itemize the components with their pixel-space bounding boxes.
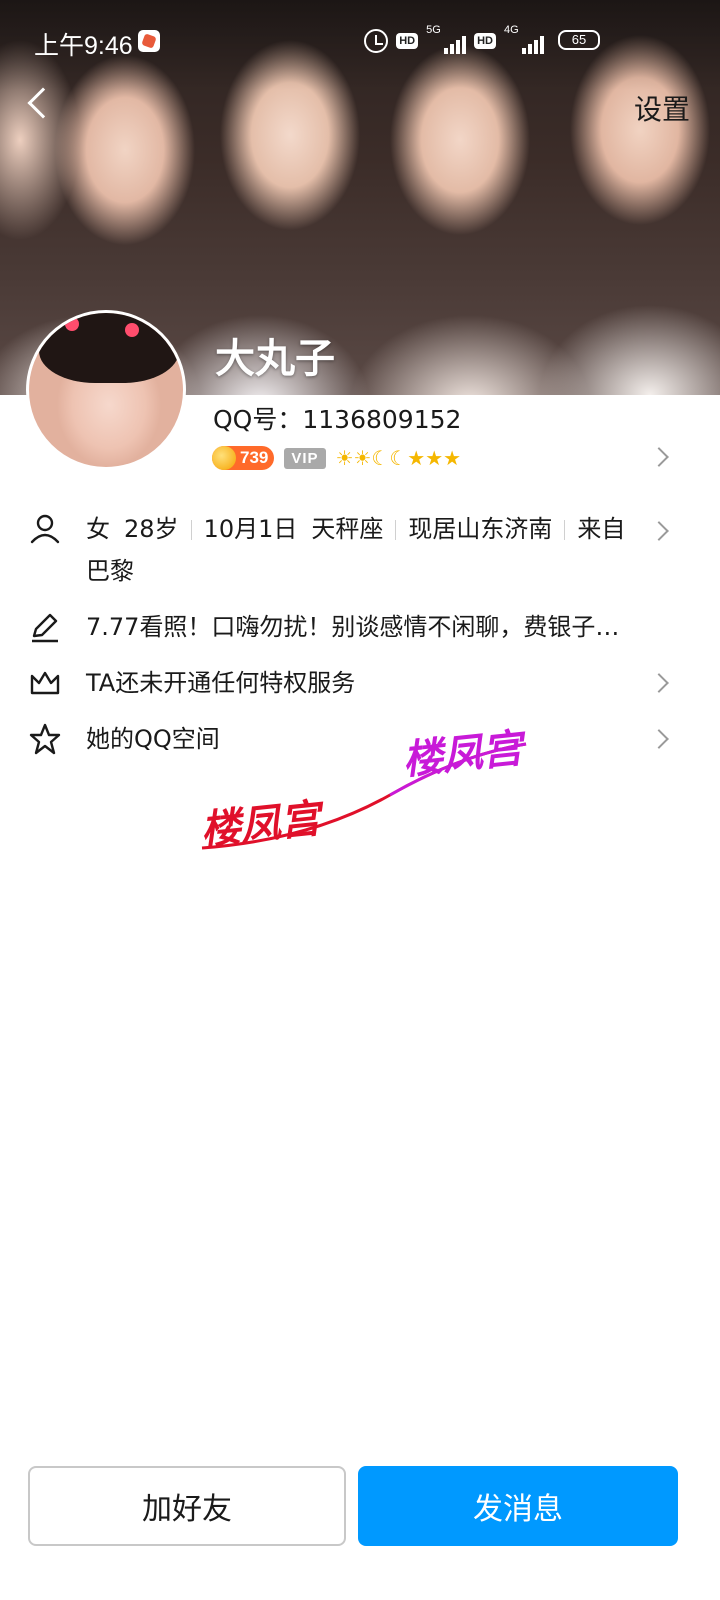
chevron-right-icon[interactable]	[649, 729, 669, 749]
birthday: 10月1日	[203, 515, 298, 543]
status-bar: 上午9:46 HD 5G HD 4G 65	[0, 20, 720, 64]
basic-info-text: 女 28岁 10月1日 天秤座 现居山东济南 来自巴黎	[86, 508, 626, 592]
star-icon	[29, 723, 61, 755]
location: 现居山东济南	[408, 515, 553, 543]
age: 28岁	[124, 515, 179, 543]
zodiac: 天秤座	[311, 515, 384, 543]
watermark-text-right: 楼凤宫	[400, 725, 529, 784]
gender: 女	[86, 515, 110, 543]
battery-icon: 65	[558, 30, 600, 50]
level-value: 739	[240, 448, 269, 467]
settings-button[interactable]: 设置	[634, 88, 690, 128]
watermark-text-left: 楼凤宫	[198, 795, 327, 854]
avatar[interactable]	[26, 310, 186, 470]
person-icon	[30, 514, 60, 544]
qq-number: QQ号：1136809152	[213, 405, 462, 434]
level-badge: 739	[212, 446, 275, 470]
crown-icon	[30, 671, 60, 695]
chevron-right-icon[interactable]	[649, 673, 669, 693]
signature-text: 7.77看照！口嗨勿扰！别谈感情不闲聊，费银子…	[86, 613, 620, 641]
app-notification-icon	[138, 30, 160, 52]
send-message-button[interactable]: 发消息	[358, 1466, 678, 1546]
status-time: 上午9:46	[34, 32, 133, 60]
divider	[190, 520, 192, 540]
signal-5g-icon: 5G	[426, 24, 467, 54]
watermark-overlay: 楼凤宫 楼凤宫	[198, 725, 529, 854]
coin-icon	[212, 446, 236, 470]
nickname: 大丸子	[215, 336, 335, 382]
network-type-label: 5G	[426, 24, 441, 36]
add-friend-button[interactable]: 加好友	[28, 1466, 346, 1546]
pen-icon	[32, 613, 58, 643]
hd-icon: HD	[474, 33, 496, 49]
hd-icon: HD	[396, 33, 419, 49]
badge-row[interactable]: 739 VIP ☀☀☾☾★★★	[212, 446, 461, 470]
level-icons: ☀☀☾☾★★★	[335, 446, 462, 470]
vip-badge: VIP	[284, 447, 326, 469]
alarm-icon	[364, 29, 389, 53]
divider	[395, 520, 397, 540]
network-type-label: 4G	[504, 24, 519, 36]
chevron-right-icon[interactable]	[649, 521, 669, 541]
privilege-text: TA还未开通任何特权服务	[86, 669, 356, 697]
status-indicators: HD 5G HD 4G 65	[364, 24, 600, 54]
divider	[564, 520, 566, 540]
chevron-right-icon[interactable]	[649, 447, 669, 467]
signal-4g-icon: 4G	[504, 24, 544, 54]
